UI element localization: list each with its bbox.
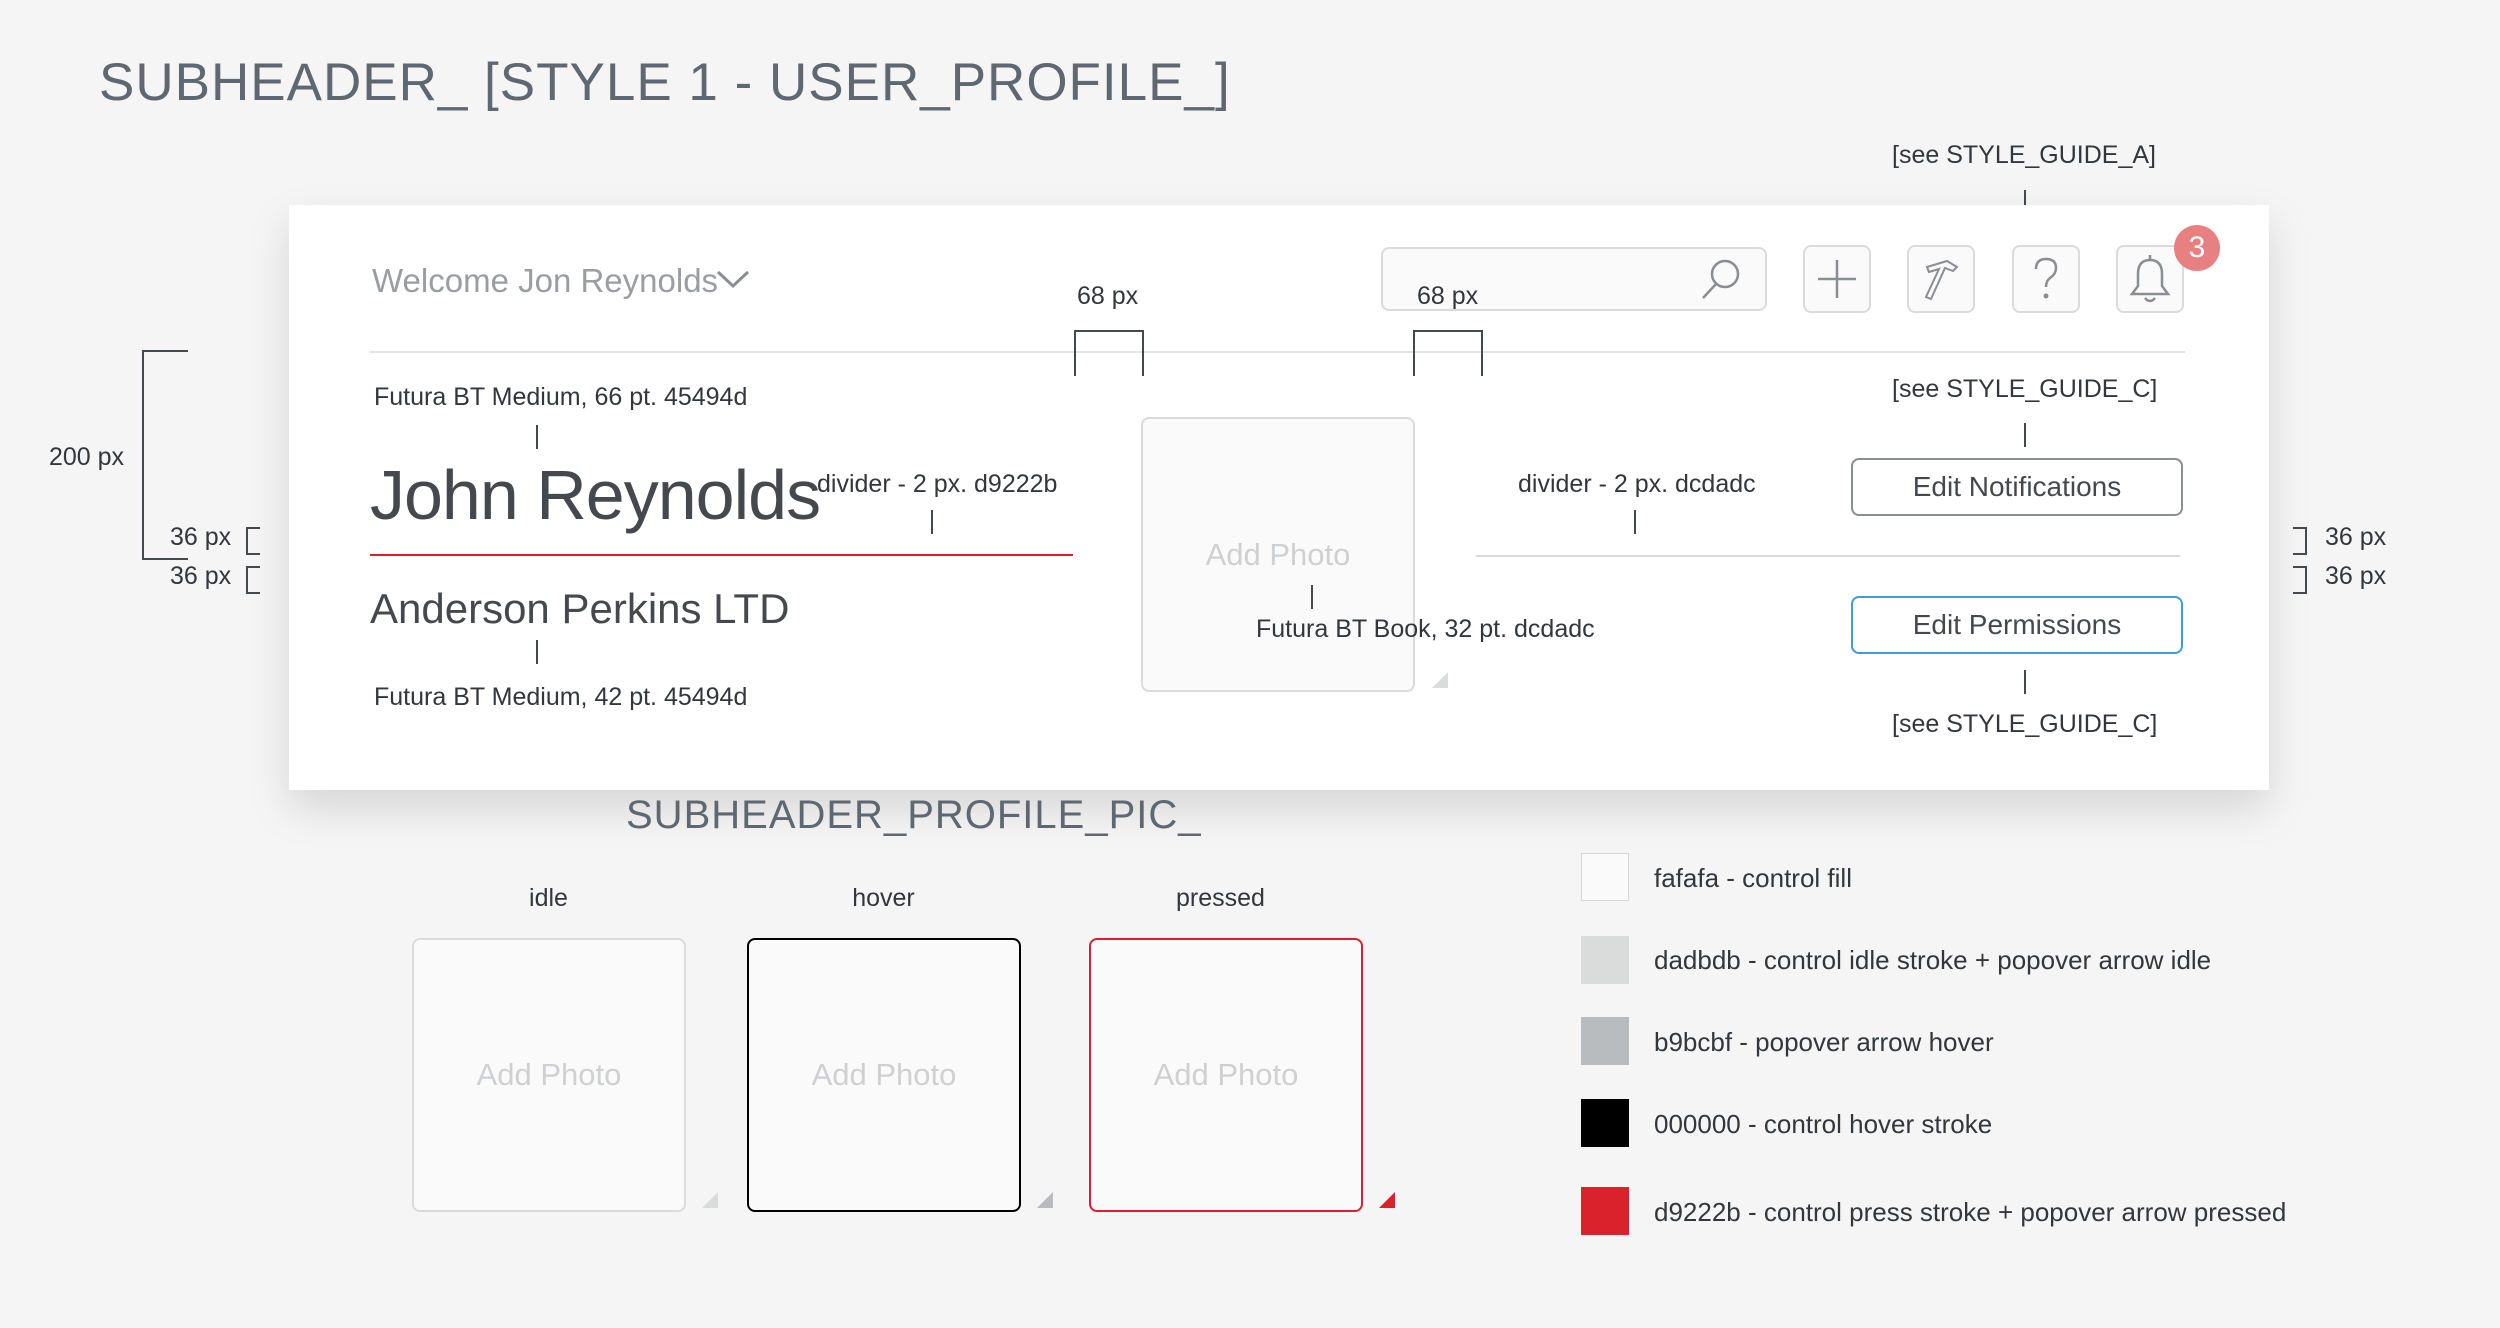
- grey-divider-tick: [1634, 510, 1636, 534]
- popover-arrow-icon[interactable]: [1037, 1192, 1053, 1208]
- spacing-bracket-right: [1413, 330, 1483, 376]
- help-icon: [2034, 257, 2058, 299]
- gap-note-right-2: 36 px: [2325, 562, 2387, 590]
- height-note: 200 px: [49, 443, 125, 471]
- legend-label: d9222b - control press stroke + popover …: [1654, 1197, 2287, 1227]
- search-icon[interactable]: [1696, 256, 1744, 304]
- legend-label: fafafa - control fill: [1654, 863, 1852, 893]
- grey-divider: [1476, 555, 2180, 557]
- company-font-tick: [536, 640, 538, 664]
- sheet-title: SUBHEADER_ [STYLE 1 - USER_PROFILE_]: [99, 53, 1231, 112]
- name-font-tick: [536, 425, 538, 449]
- legend-label: dadbdb - control idle stroke + popover a…: [1654, 945, 2212, 975]
- style-guide-c-note-bottom: [see STYLE_GUIDE_C]: [1892, 710, 2158, 738]
- add-photo-pressed[interactable]: Add Photo: [1089, 938, 1363, 1212]
- gap-note-right-1: 36 px: [2325, 523, 2387, 551]
- add-photo-idle[interactable]: Add Photo: [412, 938, 686, 1212]
- spacing-note-left: 68 px: [1077, 282, 1139, 310]
- style-guide-c-tick-top: [2024, 423, 2026, 447]
- add-photo-hover[interactable]: Add Photo: [747, 938, 1021, 1212]
- notifications-button[interactable]: [2116, 245, 2184, 313]
- swatch-000000: [1581, 1099, 1629, 1147]
- spacing-note-right: 68 px: [1417, 282, 1479, 310]
- gap-bracket-right-2: [2293, 566, 2307, 594]
- style-guide-c-note-top: [see STYLE_GUIDE_C]: [1892, 375, 2158, 403]
- hammer-icon: [1924, 259, 1959, 301]
- add-photo-label: Add Photo: [1205, 537, 1351, 572]
- red-divider-tick: [931, 510, 933, 534]
- grey-divider-note: divider - 2 px. dcdadc: [1518, 470, 1756, 498]
- swatch-b9bcbf: [1581, 1017, 1629, 1065]
- name-font-note: Futura BT Medium, 66 pt. 45494d: [374, 383, 748, 411]
- gap-note-left-1: 36 px: [170, 523, 232, 551]
- welcome-menu[interactable]: Welcome Jon Reynolds: [372, 262, 718, 300]
- style-guide-a-note: [see STYLE_GUIDE_A]: [1892, 141, 2157, 169]
- photo-font-tick: [1311, 585, 1313, 609]
- gap-bracket-right-1: [2293, 527, 2307, 555]
- photo-font-note: Futura BT Book, 32 pt. dcdadc: [1256, 615, 1595, 643]
- swatch-fafafa: [1581, 853, 1629, 901]
- profile-name: John Reynolds: [370, 456, 821, 534]
- plus-icon: [1818, 260, 1856, 298]
- state-label-pressed: pressed: [1176, 884, 1265, 912]
- add-photo-button[interactable]: Add Photo: [1141, 417, 1415, 692]
- add-photo-label: Add Photo: [811, 1057, 957, 1092]
- add-photo-label: Add Photo: [476, 1057, 622, 1092]
- gap-note-left-2: 36 px: [170, 562, 232, 590]
- company-name: Anderson Perkins LTD: [370, 585, 790, 632]
- state-label-hover: hover: [852, 884, 915, 912]
- tools-button[interactable]: [1907, 245, 1975, 313]
- state-label-idle: idle: [529, 884, 568, 912]
- style-guide-c-tick-bottom: [2024, 670, 2026, 694]
- bell-icon: [2129, 255, 2171, 303]
- gap-bracket-left-1: [246, 527, 260, 555]
- add-photo-label: Add Photo: [1153, 1057, 1299, 1092]
- add-button[interactable]: [1803, 245, 1871, 313]
- popover-arrow-icon[interactable]: [1432, 672, 1448, 688]
- profile-pic-title: SUBHEADER_PROFILE_PIC_: [626, 793, 1202, 837]
- company-font-note: Futura BT Medium, 42 pt. 45494d: [374, 683, 748, 711]
- help-button[interactable]: [2012, 245, 2080, 313]
- edit-notifications-button[interactable]: Edit Notifications: [1851, 458, 2183, 516]
- gap-bracket-left-2: [246, 566, 260, 594]
- chevron-down-icon[interactable]: [716, 266, 750, 292]
- swatch-dadbdb: [1581, 936, 1629, 984]
- red-divider: [370, 554, 1073, 556]
- notification-badge: 3: [2174, 225, 2220, 271]
- swatch-d9222b: [1581, 1187, 1629, 1235]
- popover-arrow-icon[interactable]: [1379, 1192, 1395, 1208]
- edit-permissions-button[interactable]: Edit Permissions: [1851, 596, 2183, 654]
- red-divider-note: divider - 2 px. d9222b: [817, 470, 1058, 498]
- popover-arrow-icon[interactable]: [702, 1192, 718, 1208]
- header-divider: [370, 351, 2185, 353]
- spacing-bracket-left: [1074, 330, 1144, 376]
- legend-label: 000000 - control hover stroke: [1654, 1109, 1993, 1139]
- legend-label: b9bcbf - popover arrow hover: [1654, 1027, 1994, 1057]
